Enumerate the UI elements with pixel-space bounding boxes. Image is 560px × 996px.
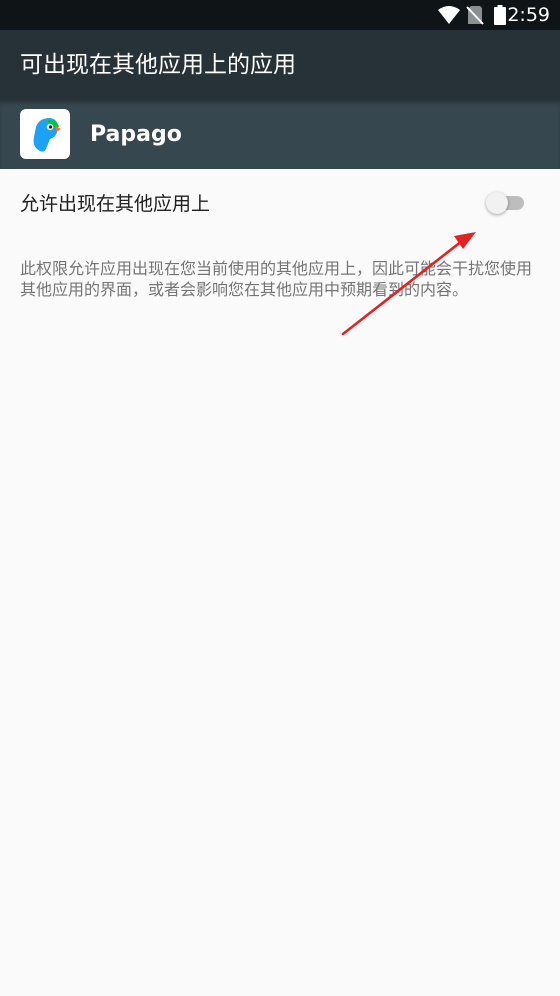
app-name: Papago xyxy=(90,122,182,147)
page-title: 可出现在其他应用上的应用 xyxy=(20,52,296,78)
papago-app-icon xyxy=(20,109,70,159)
permission-description: 此权限允许应用出现在您当前使用的其他应用上，因此可能会干扰您使用其他应用的界面，… xyxy=(20,259,533,299)
permission-toggle-switch[interactable] xyxy=(486,191,526,215)
app-header: Papago xyxy=(0,100,560,169)
battery-icon xyxy=(494,5,506,29)
status-bar: 2:59 xyxy=(0,0,560,30)
screen: 2:59 可出现在其他应用上的应用 Papago 允许出现在其他应用上 此权限允… xyxy=(0,0,560,996)
switch-thumb xyxy=(486,192,508,214)
status-time: 2:59 xyxy=(507,4,550,26)
wifi-icon xyxy=(438,5,460,29)
no-sim-icon xyxy=(466,5,484,29)
app-bar: 可出现在其他应用上的应用 xyxy=(0,30,560,100)
papago-parrot-icon xyxy=(33,118,61,152)
permission-setting-row[interactable]: 允许出现在其他应用上 xyxy=(0,169,560,239)
setting-label: 允许出现在其他应用上 xyxy=(20,193,211,215)
